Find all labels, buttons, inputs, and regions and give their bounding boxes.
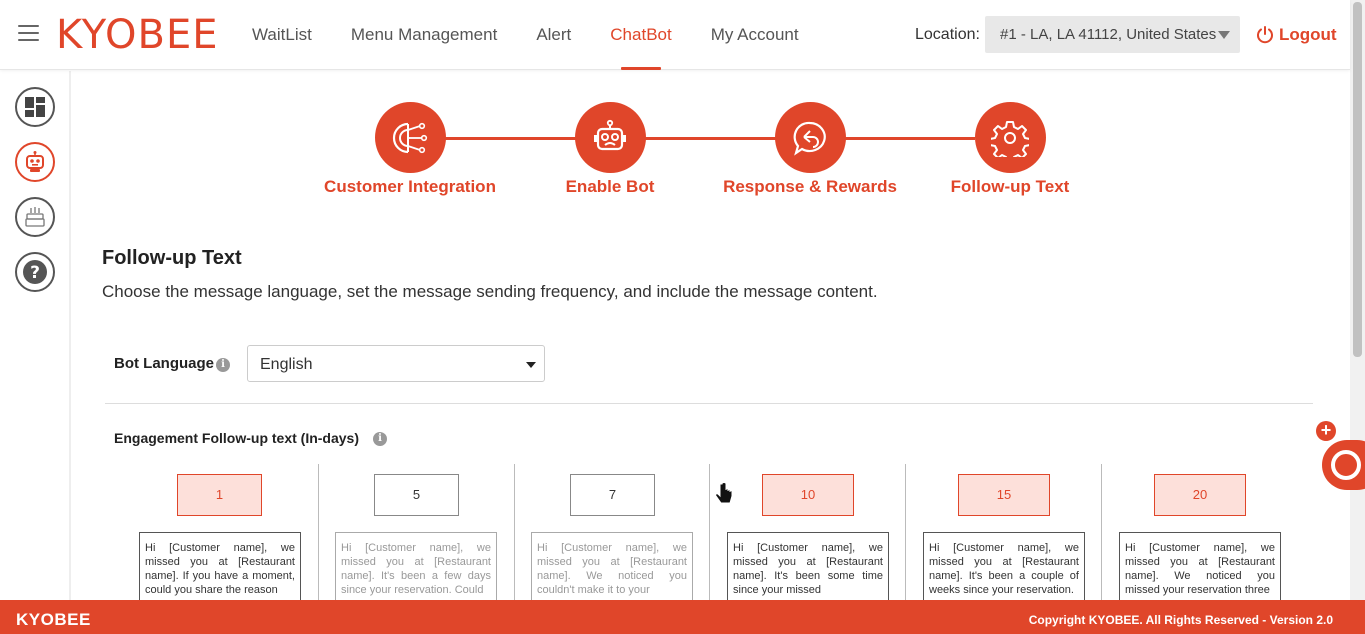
reply-chat-icon — [793, 121, 826, 156]
footer: KYOBEE Copyright KYOBEE. All Rights Rese… — [0, 600, 1365, 634]
step-enable-bot[interactable]: Enable Bot — [520, 102, 700, 197]
caret-down-icon — [526, 362, 536, 368]
logout-button[interactable]: Logout — [1255, 24, 1337, 46]
footer-copyright: Copyright KYOBEE. All Rights Reserved - … — [1028, 613, 1333, 627]
location-value: #1 - LA, LA 41112, United States — [1000, 26, 1217, 43]
main-nav: WaitList Menu Management Alert ChatBot M… — [252, 0, 838, 70]
location-select[interactable]: #1 - LA, LA 41112, United States — [985, 16, 1240, 53]
step-customer-integration[interactable]: Customer Integration — [320, 102, 500, 197]
info-icon[interactable]: i — [373, 432, 387, 446]
svg-text:?: ? — [30, 263, 40, 283]
hamburger-menu-icon[interactable] — [18, 25, 39, 43]
message-textarea-day-1[interactable]: Hi [Customer name], we missed you at [Re… — [139, 532, 301, 604]
power-icon — [1257, 26, 1273, 44]
step-label: Enable Bot — [565, 177, 655, 196]
nav-my-account[interactable]: My Account — [711, 0, 799, 70]
step-circle — [374, 102, 446, 173]
vertical-scrollbar[interactable] — [1350, 0, 1365, 600]
column-divider — [1101, 464, 1102, 600]
bot-language-select[interactable]: English — [247, 345, 545, 382]
nav-chatbot[interactable]: ChatBot — [610, 0, 672, 70]
day-input-5[interactable]: 5 — [374, 474, 459, 516]
info-icon[interactable]: i — [216, 358, 230, 372]
help-icon: ? — [23, 260, 47, 284]
integration-icon — [392, 122, 428, 153]
chat-widget-button[interactable] — [1322, 440, 1365, 490]
logout-label: Logout — [1279, 25, 1337, 44]
gear-icon — [991, 120, 1029, 157]
message-textarea-day-15[interactable]: Hi [Customer name], we missed you at [Re… — [923, 532, 1085, 604]
robot-icon — [594, 119, 626, 150]
message-textarea-day-10[interactable]: Hi [Customer name], we missed you at [Re… — [727, 532, 889, 604]
nav-waitlist[interactable]: WaitList — [252, 0, 312, 70]
column-divider — [709, 464, 710, 600]
step-follow-up-text[interactable]: Follow-up Text — [920, 102, 1100, 197]
column-divider — [514, 464, 515, 600]
bot-language-label: Bot Language — [114, 355, 214, 372]
section-description: Choose the message language, set the mes… — [102, 282, 878, 301]
add-icon[interactable]: + — [1316, 421, 1336, 441]
step-circle — [774, 102, 846, 173]
footer-brand: KYOBEE — [16, 610, 91, 629]
chat-icon — [1331, 450, 1361, 480]
cake-icon — [25, 207, 45, 227]
kyobee-logo[interactable]: KYOBEE — [56, 12, 219, 58]
engagement-label: Engagement Follow-up text (In-days) — [114, 430, 360, 446]
section-divider — [105, 403, 1313, 404]
nav-menu-management[interactable]: Menu Management — [351, 0, 497, 70]
message-textarea-day-20[interactable]: Hi [Customer name], we missed you at [Re… — [1119, 532, 1281, 604]
top-header: KYOBEE WaitList Menu Management Alert Ch… — [0, 0, 1350, 70]
step-label: Customer Integration — [324, 177, 496, 196]
sidebar-item-dashboard[interactable] — [15, 87, 55, 127]
message-textarea-day-5[interactable]: Hi [Customer name], we missed you at [Re… — [335, 532, 497, 604]
step-label: Response & Rewards — [723, 177, 897, 196]
day-input-10[interactable]: 10 — [762, 474, 854, 516]
scrollbar-thumb[interactable] — [1353, 2, 1362, 357]
sidebar-item-chatbot[interactable] — [15, 142, 55, 182]
left-sidebar: ? — [0, 71, 71, 600]
caret-down-icon — [1218, 31, 1230, 39]
day-input-7[interactable]: 7 — [570, 474, 655, 516]
step-response-rewards[interactable]: Response & Rewards — [720, 102, 900, 197]
day-input-1[interactable]: 1 — [177, 474, 262, 516]
step-label: Follow-up Text — [950, 177, 1070, 196]
section-title: Follow-up Text — [102, 247, 242, 269]
hand-cursor-icon — [715, 482, 733, 504]
robot-icon — [26, 151, 44, 172]
dashboard-icon — [25, 97, 45, 117]
location-label: Location: — [915, 26, 980, 43]
day-input-20[interactable]: 20 — [1154, 474, 1246, 516]
nav-alert[interactable]: Alert — [536, 0, 571, 70]
sidebar-item-birthday[interactable] — [15, 197, 55, 237]
bot-language-value: English — [260, 356, 313, 373]
message-textarea-day-7[interactable]: Hi [Customer name], we missed you at [Re… — [531, 532, 693, 604]
sidebar-item-help[interactable]: ? — [15, 252, 55, 292]
step-circle — [974, 102, 1046, 173]
day-input-15[interactable]: 15 — [958, 474, 1050, 516]
column-divider — [318, 464, 319, 600]
column-divider — [905, 464, 906, 600]
step-circle — [574, 102, 646, 173]
